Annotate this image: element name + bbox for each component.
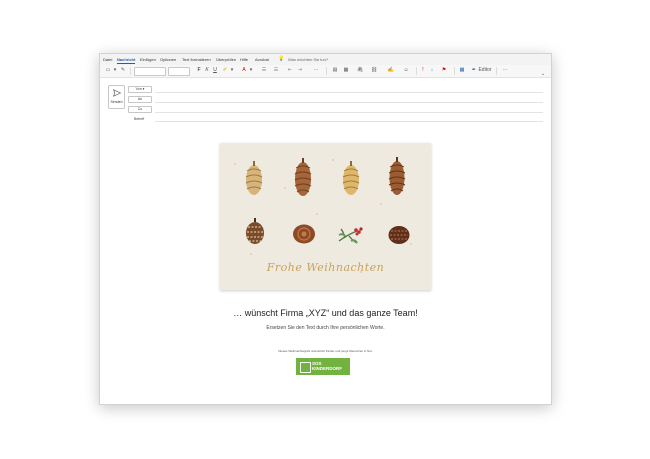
paper-speck bbox=[316, 213, 318, 215]
pine-cone-image bbox=[246, 218, 264, 244]
from-button[interactable]: Von ▾ bbox=[128, 86, 152, 93]
paper-speck bbox=[332, 159, 334, 161]
editor-button[interactable]: Editor bbox=[478, 67, 492, 74]
apps-icon[interactable]: ▦ bbox=[458, 67, 466, 74]
pine-cone-image bbox=[388, 226, 410, 244]
card-greeting: Frohe Weihnachten bbox=[266, 261, 385, 274]
menu-text-formatieren[interactable]: Text formatieren bbox=[182, 57, 211, 62]
more-options-button[interactable]: ··· bbox=[500, 67, 510, 74]
low-importance-icon[interactable]: ↓ bbox=[429, 67, 435, 74]
send-button[interactable]: Senden bbox=[108, 85, 125, 109]
paper-speck bbox=[380, 203, 382, 205]
high-importance-icon[interactable]: ! bbox=[420, 67, 426, 74]
divider bbox=[454, 67, 455, 75]
bullet-list-icon[interactable]: ☰ bbox=[260, 67, 268, 74]
pine-cone-image bbox=[388, 157, 406, 195]
cc-field[interactable] bbox=[155, 112, 543, 113]
chevron-down-icon[interactable]: ▾ bbox=[249, 67, 253, 74]
christmas-card-image: Frohe Weihnachten bbox=[220, 143, 431, 290]
send-icon bbox=[113, 89, 121, 97]
chevron-down-icon[interactable]: ▾ bbox=[113, 67, 117, 74]
menu-einfuegen[interactable]: Einfügen bbox=[140, 57, 156, 62]
house-icon bbox=[300, 362, 311, 373]
font-size-dropdown[interactable] bbox=[168, 67, 190, 76]
cc-button[interactable]: Cc bbox=[128, 106, 152, 113]
email-small-note: Dieses Weihnachtsgrüß unterstützt Kinder… bbox=[278, 349, 373, 353]
divider bbox=[130, 67, 131, 75]
menu-nachricht[interactable]: Nachricht bbox=[117, 57, 136, 64]
from-label: Von bbox=[135, 87, 142, 91]
attach-file-icon[interactable]: 🖇 bbox=[356, 67, 364, 74]
pine-cone-image bbox=[245, 161, 263, 195]
menu-optionen[interactable]: Optionen bbox=[160, 57, 176, 62]
font-color-icon[interactable]: A bbox=[240, 67, 248, 74]
subject-label: Betreff bbox=[134, 117, 145, 121]
paper-speck bbox=[250, 253, 252, 255]
menu-hilfe[interactable]: Hilfe bbox=[240, 57, 248, 62]
italic-icon[interactable]: K bbox=[204, 67, 210, 74]
chevron-down-icon[interactable]: ▾ bbox=[230, 67, 234, 74]
emoji-icon[interactable]: ☺ bbox=[402, 67, 410, 74]
to-button[interactable]: An bbox=[128, 96, 152, 103]
outlook-compose-window: Datei Nachricht Einfügen Optionen Text f… bbox=[99, 53, 552, 405]
paper-speck bbox=[234, 163, 236, 165]
berry-sprig-image bbox=[338, 227, 363, 244]
underline-icon[interactable]: U bbox=[212, 67, 218, 74]
signature-icon[interactable]: ✍ bbox=[387, 67, 395, 74]
send-label: Senden bbox=[110, 100, 123, 104]
logo-line2: KINDERDORF bbox=[312, 366, 342, 371]
lightbulb-icon: 💡 bbox=[278, 56, 285, 62]
flag-icon[interactable]: ⚑ bbox=[440, 67, 448, 74]
email-subline: Ersetzen Sie den Text durch Ihre persönl… bbox=[266, 325, 385, 331]
menu-datei[interactable]: Datei bbox=[103, 57, 112, 62]
to-field[interactable] bbox=[155, 102, 543, 103]
link-icon[interactable]: ⛓ bbox=[370, 67, 378, 74]
address-book-icon[interactable]: ▤ bbox=[331, 67, 339, 74]
format-painter-icon[interactable]: ✎ bbox=[119, 67, 127, 74]
font-name-dropdown[interactable] bbox=[134, 67, 166, 76]
more-format-button[interactable]: ··· bbox=[311, 67, 321, 74]
divider bbox=[496, 67, 497, 75]
pine-cone-image bbox=[293, 224, 315, 244]
menu-bar: Datei Nachricht Einfügen Optionen Text f… bbox=[100, 54, 551, 65]
indent-icon[interactable]: ⇤ bbox=[286, 67, 294, 74]
check-names-icon[interactable]: ▦ bbox=[342, 67, 350, 74]
collapse-ribbon-icon[interactable]: ⌄ bbox=[540, 71, 546, 78]
tell-me-search[interactable]: Was möchten Sie tun? bbox=[288, 57, 328, 62]
highlight-icon[interactable]: ✐ bbox=[221, 67, 229, 74]
paper-speck bbox=[284, 187, 286, 189]
pine-cone-image bbox=[342, 161, 360, 195]
divider bbox=[326, 67, 327, 75]
ribbon-toolbar: ▭ ▾ ✎ F K U ✐ ▾ A ▾ ☰ ☰ ⇤ ⇥ ··· ▤ ▦ 🖇 ⛓ … bbox=[100, 65, 551, 78]
bold-icon[interactable]: F bbox=[196, 67, 202, 74]
pine-cone-image bbox=[294, 158, 312, 196]
from-field[interactable] bbox=[155, 92, 543, 93]
email-headline: … wünscht Firma „XYZ“ und das ganze Team… bbox=[233, 308, 418, 318]
divider bbox=[416, 67, 417, 75]
clipboard-icon[interactable]: ▭ bbox=[104, 67, 112, 74]
editor-icon[interactable]: ✒ bbox=[470, 67, 478, 74]
subject-field[interactable] bbox=[155, 121, 543, 122]
sos-kinderdorf-logo: SOS KINDERDORF bbox=[296, 358, 350, 375]
menu-ueberpruefen[interactable]: Überprüfen bbox=[216, 57, 236, 62]
menu-acrobat[interactable]: Acrobat bbox=[255, 57, 269, 62]
numbered-list-icon[interactable]: ☰ bbox=[272, 67, 280, 74]
outdent-icon[interactable]: ⇥ bbox=[296, 67, 304, 74]
